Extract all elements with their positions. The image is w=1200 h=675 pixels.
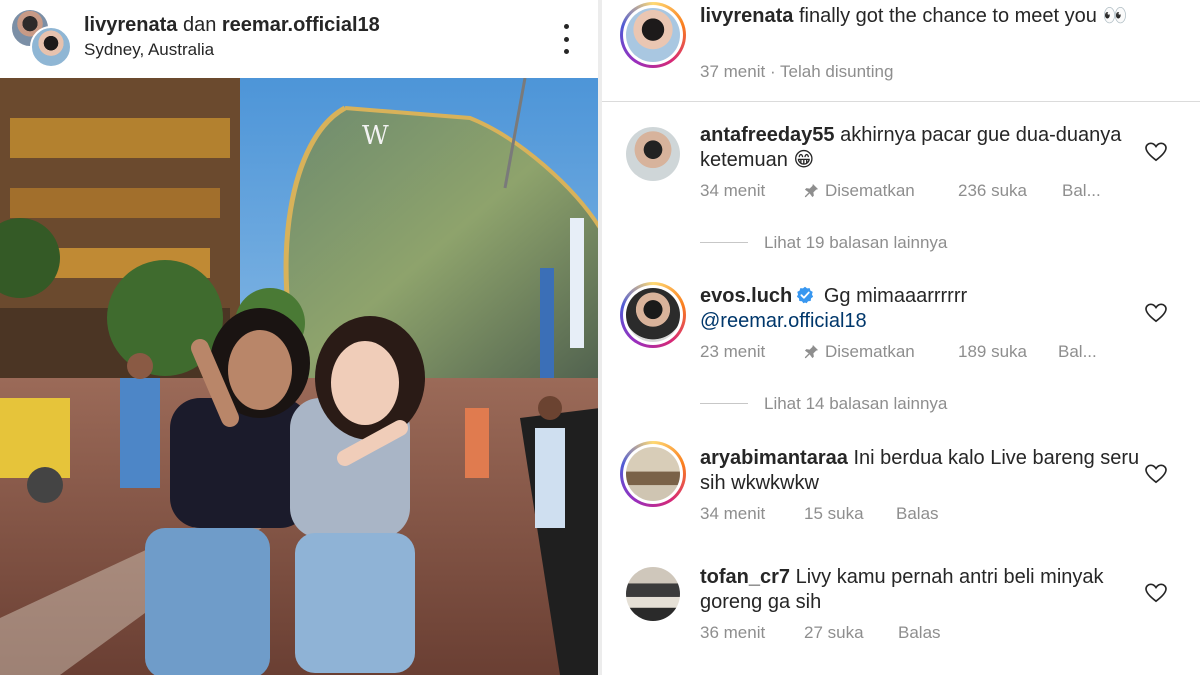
heart-icon[interactable] (1145, 142, 1167, 162)
comment-2-view-replies-label: Lihat 14 balasan lainnya (764, 394, 948, 413)
post-caption: livyrenata finally got the chance to mee… (700, 3, 1160, 29)
caption-edited: Telah disunting (780, 62, 894, 81)
comment-1-time: 34 menit (700, 181, 766, 200)
author-link-primary[interactable]: livyrenata (84, 14, 177, 36)
comment-2-view-replies[interactable]: Lihat 14 balasan lainnya (700, 394, 947, 414)
comment-2-reply-button[interactable]: Bal... (1058, 342, 1097, 362)
avatar-image (626, 8, 680, 62)
author-joiner: dan (182, 14, 217, 36)
comment-3-meta: 34 menit 15 suka Balas (700, 504, 1000, 526)
avatar-aryabimantaraa[interactable] (620, 441, 686, 507)
comment-2-likes[interactable]: 189 suka (958, 342, 1027, 362)
avatar-caption-author[interactable] (620, 2, 686, 68)
comment-3-likes[interactable]: 15 suka (804, 504, 864, 524)
comment-3-time: 34 menit (700, 504, 766, 523)
comment-1-likes[interactable]: 236 suka (958, 181, 1027, 201)
comment-1-pinned-label: Disematkan (825, 181, 915, 200)
heart-icon[interactable] (1145, 583, 1167, 603)
comment-1-view-replies[interactable]: Lihat 19 balasan lainnya (700, 233, 947, 253)
comment-1-username[interactable]: antafreeday55 (700, 124, 835, 146)
comment-1-view-replies-label: Lihat 19 balasan lainnya (764, 233, 948, 252)
comment-3-reply-button[interactable]: Balas (896, 504, 939, 524)
comment-1-pinned: Disematkan (804, 181, 915, 201)
heart-icon[interactable] (1145, 303, 1167, 323)
collab-avatars[interactable] (10, 8, 72, 70)
pin-icon (804, 344, 819, 359)
comment-4-time: 36 menit (700, 623, 766, 642)
pin-icon (804, 183, 819, 198)
heart-icon[interactable] (1145, 464, 1167, 484)
comment-1-meta: 34 menit Disematkan 236 suka Bal... (700, 181, 1170, 203)
comment-4-meta: 36 menit 27 suka Balas (700, 623, 1000, 645)
avatar-reemar[interactable] (30, 26, 72, 68)
avatar-image (626, 447, 680, 501)
comment-2-time: 23 menit (700, 342, 766, 361)
caption-text: finally got the chance to meet you 👀 (798, 5, 1128, 27)
comment-2-pinned-label: Disematkan (825, 342, 915, 361)
building-sign: W (362, 121, 389, 151)
author-link-secondary[interactable]: reemar.official18 (222, 14, 380, 36)
post-authors: livyrenata dan reemar.official18 (84, 14, 380, 37)
more-options-button[interactable] (556, 24, 576, 54)
caption-username[interactable]: livyrenata (700, 5, 793, 27)
caption-meta: 37 menit · Telah disunting (700, 62, 893, 82)
comment-3-username[interactable]: aryabimantaraa (700, 447, 848, 469)
caption-time: 37 menit (700, 62, 766, 81)
avatar-tofan-cr7[interactable] (626, 567, 680, 621)
comment-4-username[interactable]: tofan_cr7 (700, 566, 790, 588)
more-vertical-icon (563, 24, 569, 29)
more-dot (563, 49, 569, 54)
comment-2-mention[interactable]: @reemar.official18 (700, 310, 867, 332)
post-photo[interactable]: W (0, 78, 600, 675)
comment-2-username[interactable]: evos.luch (700, 285, 792, 307)
post-location[interactable]: Sydney, Australia (84, 40, 214, 60)
comment-2-meta: 23 menit Disematkan 189 suka Bal... (700, 342, 1170, 364)
replies-line (700, 242, 748, 243)
comment-1: antafreeday55 akhirnya pacar gue dua-dua… (700, 123, 1140, 173)
comment-2: evos.luch Gg mimaaarrrrrr @reemar.offici… (700, 284, 1140, 334)
comment-3: aryabimantaraa Ini berdua kalo Live bare… (700, 446, 1140, 496)
comments-panel: livyrenata finally got the chance to mee… (602, 0, 1200, 675)
comment-1-reply-button[interactable]: Bal... (1062, 181, 1101, 201)
avatar-antafreeday55[interactable] (626, 127, 680, 181)
avatar-image (626, 288, 680, 342)
comment-4: tofan_cr7 Livy kamu pernah antri beli mi… (700, 565, 1140, 615)
post-panel: livyrenata dan reemar.official18 Sydney,… (0, 0, 600, 675)
more-dot (563, 36, 569, 42)
post-header: livyrenata dan reemar.official18 Sydney,… (0, 0, 600, 78)
replies-line (700, 403, 748, 404)
comment-2-pinned: Disematkan (804, 342, 915, 362)
comment-2-text: Gg mimaaarrrrrr (823, 285, 968, 307)
comment-4-likes[interactable]: 27 suka (804, 623, 864, 643)
verified-badge-icon (797, 286, 814, 304)
avatar-evos-luch[interactable] (620, 282, 686, 348)
caption-divider (602, 101, 1200, 102)
caption-separator: · (769, 62, 776, 81)
comment-4-reply-button[interactable]: Balas (898, 623, 941, 643)
